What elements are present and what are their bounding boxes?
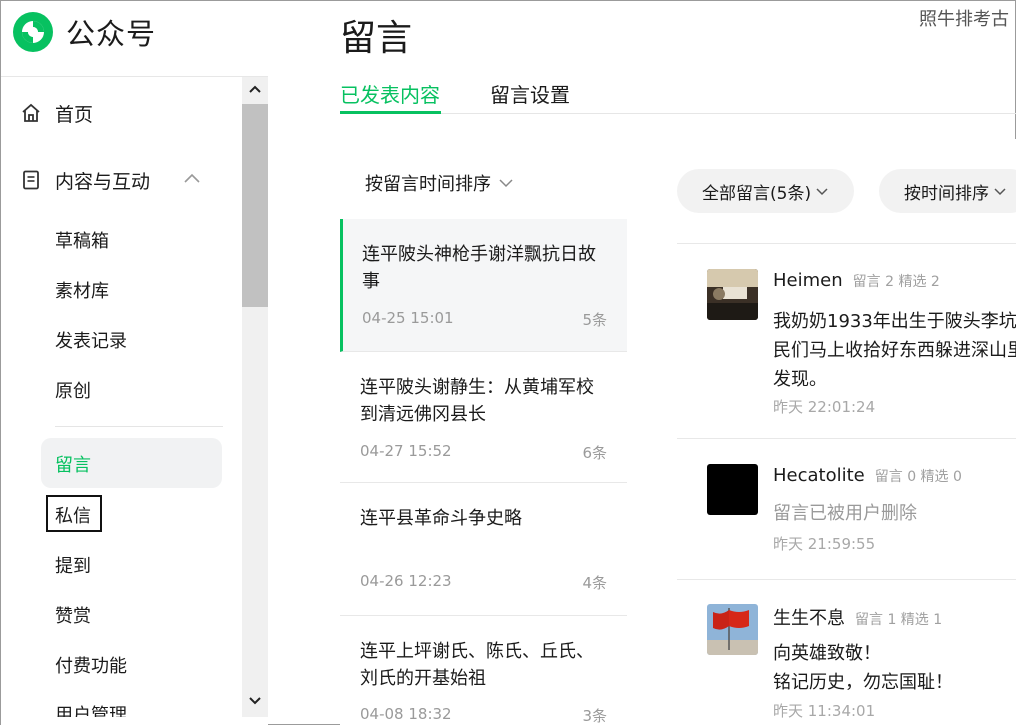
sidebar: 公众号 首页 内容与互动 草稿箱 素材库 发表记录 原创 留言 私信 提到 赞赏… <box>1 1 268 726</box>
sidebar-sub-divider <box>55 426 223 427</box>
author-stats: 留言 0 精选 0 <box>874 469 962 485</box>
photo-avatar-icon <box>707 269 758 320</box>
tabs-divider <box>340 113 1016 114</box>
article-sort-bar: 按留言时间排序 <box>340 139 627 220</box>
chevron-up-icon[interactable] <box>183 172 201 184</box>
sidebar-item-materials[interactable]: 素材库 <box>55 277 109 303</box>
chevron-down-icon <box>816 188 828 196</box>
sidebar-item-paid-features[interactable]: 付费功能 <box>55 652 127 678</box>
article-date: 04-27 15:52 <box>360 442 452 460</box>
chevron-down-icon <box>249 697 261 705</box>
author-stats: 留言 1 精选 1 <box>855 612 943 628</box>
sidebar-scrollbar[interactable] <box>242 77 268 717</box>
article-title: 连平上坪谢氏、陈氏、丘氏、刘氏的开基始祖 <box>360 641 594 689</box>
flag-avatar-icon <box>707 604 758 655</box>
tab-published-content[interactable]: 已发表内容 <box>340 79 440 108</box>
filter-all-comments-dropdown[interactable]: 全部留言(5条) <box>677 169 855 213</box>
article-comment-count: 3条 <box>582 707 607 725</box>
comment-text: 我奶奶1933年出生于陂头李坑， 民们马上收拾好东西躲进深山里 发现。 <box>773 311 1016 390</box>
article-date: 04-26 12:23 <box>360 572 452 590</box>
logo-text: 公众号 <box>66 17 157 51</box>
avatar[interactable] <box>707 464 758 515</box>
comment-time: 昨天 21:59:55 <box>773 535 876 553</box>
logo[interactable]: 公众号 <box>12 11 156 53</box>
wechat-official-logo-icon <box>13 12 53 52</box>
comment-item: Heimen 留言 2 精选 2 我奶奶1933年出生于陂头李坑， 民们马上收拾好… <box>677 244 1016 439</box>
chevron-up-icon <box>249 85 261 93</box>
chevron-down-icon <box>499 179 513 188</box>
filter-all-label: 全部留言(5条) <box>702 183 812 204</box>
article-title: 连平陂头谢静生：从黄埔军校到清远佛冈县长 <box>360 377 594 425</box>
author-name: 生生不息 <box>773 608 845 629</box>
comment-item: 生生不息 留言 1 精选 1 向英雄致敬！ 铭记历史，勿忘国耻！ 昨天 11:34… <box>677 580 1016 726</box>
article-date: 04-25 15:01 <box>362 309 454 327</box>
article-item[interactable]: 连平陂头神枪手谢洋飘抗日故事 04-25 15:01 5条 <box>340 219 627 352</box>
filter-sort-dropdown[interactable]: 按时间排序 <box>879 169 1016 213</box>
article-title: 连平县革命斗争史略 <box>360 508 522 529</box>
comment-author: Hecatolite 留言 0 精选 0 <box>773 465 962 486</box>
sidebar-group-label: 内容与互动 <box>55 170 151 193</box>
sidebar-item-drafts[interactable]: 草稿箱 <box>55 227 109 253</box>
sidebar-item-comments[interactable]: 留言 <box>55 451 91 477</box>
scroll-down-button[interactable] <box>242 689 268 713</box>
chevron-down-icon <box>994 188 1006 196</box>
sidebar-item-mentions[interactable]: 提到 <box>55 552 91 578</box>
article-comment-count: 6条 <box>582 444 607 462</box>
sort-label: 按留言时间排序 <box>365 174 491 195</box>
sidebar-item-original[interactable]: 原创 <box>55 377 91 403</box>
sidebar-item-user-management[interactable]: 用户管理 <box>55 701 127 717</box>
article-comment-count: 4条 <box>582 574 607 592</box>
active-tab-indicator <box>340 111 441 114</box>
sidebar-item-rewards[interactable]: 赞赏 <box>55 602 91 628</box>
comment-author: 生生不息 留言 1 精选 1 <box>773 604 942 630</box>
comment-text: 留言已被用户删除 <box>773 503 917 524</box>
article-title: 连平陂头神枪手谢洋飘抗日故事 <box>362 244 596 292</box>
page-title: 留言 <box>340 18 413 59</box>
home-icon <box>22 103 40 122</box>
article-list: 按留言时间排序 连平陂头神枪手谢洋飘抗日故事 04-25 15:01 5条 连平… <box>340 139 628 726</box>
avatar[interactable] <box>707 269 758 320</box>
black-avatar-icon <box>707 464 758 515</box>
tab-comment-settings[interactable]: 留言设置 <box>490 79 570 108</box>
document-icon <box>23 170 39 190</box>
scrollbar-thumb[interactable] <box>242 104 268 307</box>
article-item[interactable]: 连平上坪谢氏、陈氏、丘氏、刘氏的开基始祖 04-08 18:32 3条 <box>340 616 627 726</box>
scroll-up-button[interactable] <box>242 77 268 101</box>
author-stats: 留言 2 精选 2 <box>852 274 940 290</box>
article-sort-dropdown[interactable]: 按留言时间排序 <box>365 170 514 196</box>
comment-panel: 全部留言(5条) 按时间排序 Heimen 留言 2 精选 2 我奶奶1933年出… <box>627 139 1016 726</box>
sidebar-item-label: 首页 <box>55 103 94 126</box>
comment-time: 昨天 22:01:24 <box>773 398 876 416</box>
avatar[interactable] <box>707 604 758 655</box>
comment-text: 向英雄致敬！ 铭记历史，勿忘国耻！ <box>773 643 953 693</box>
comment-time: 昨天 11:34:01 <box>773 702 876 720</box>
sidebar-item-publish-records[interactable]: 发表记录 <box>55 327 127 353</box>
sidebar-item-messages[interactable]: 私信 <box>55 502 91 528</box>
watermark: 照牛排考古 <box>919 9 1009 30</box>
author-name: Heimen <box>773 270 843 291</box>
article-item[interactable]: 连平县革命斗争史略 04-26 12:23 4条 <box>340 483 627 616</box>
article-date: 04-08 18:32 <box>360 705 452 723</box>
filter-sort-label: 按时间排序 <box>904 183 989 204</box>
article-comment-count: 5条 <box>582 311 607 329</box>
author-name: Hecatolite <box>773 465 865 486</box>
comment-item: Hecatolite 留言 0 精选 0 留言已被用户删除 昨天 21:59:55 <box>677 439 1016 580</box>
sidebar-nav: 首页 内容与互动 草稿箱 素材库 发表记录 原创 留言 私信 提到 赞赏 付费功… <box>1 77 242 717</box>
article-item[interactable]: 连平陂头谢静生：从黄埔军校到清远佛冈县长 04-27 15:52 6条 <box>340 352 627 483</box>
comment-author: Heimen 留言 2 精选 2 <box>773 270 940 291</box>
